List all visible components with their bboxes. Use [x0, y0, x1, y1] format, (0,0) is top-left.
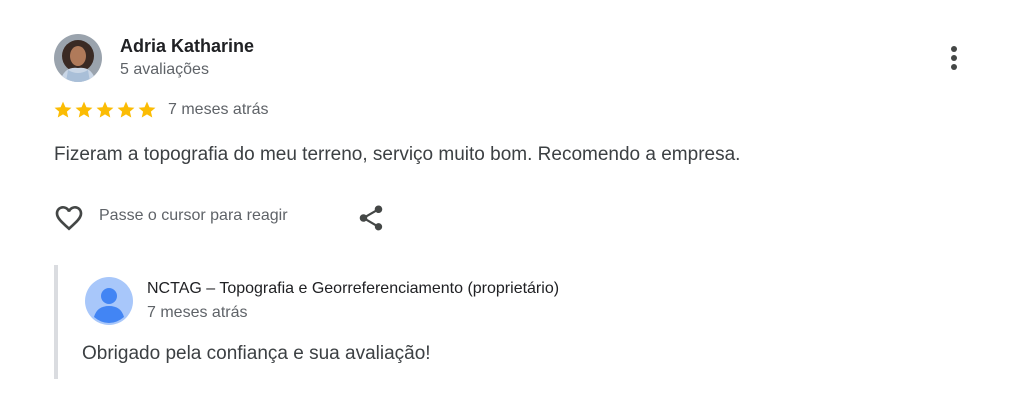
review-time: 7 meses atrás — [168, 101, 269, 118]
share-icon — [359, 205, 383, 231]
star-icon — [96, 101, 114, 118]
reply-time: 7 meses atrás — [147, 304, 248, 321]
react-hint-text: Passe o cursor para reagir — [99, 207, 288, 224]
owner-reply: NCTAG – Topografia e Georreferenciamento… — [54, 265, 758, 379]
owner-avatar — [85, 277, 133, 325]
more-options-button[interactable] — [940, 42, 968, 74]
owner-name: NCTAG – Topografia e Georreferenciamento… — [147, 280, 560, 297]
star-icon — [138, 101, 156, 118]
review-text: Fizeram a topografia do meu terreno, ser… — [54, 144, 741, 165]
star-icon — [75, 101, 93, 118]
person-icon — [85, 277, 133, 325]
author-avatar[interactable] — [54, 34, 102, 82]
star-rating — [53, 100, 157, 120]
like-button[interactable] — [52, 202, 86, 234]
reply-text: Obrigado pela confiança e sua avaliação! — [82, 343, 431, 364]
review-card: Adria Katharine 5 avaliações 7 meses atr… — [0, 0, 1009, 393]
more-vertical-icon — [951, 46, 957, 70]
author-name[interactable]: Adria Katharine — [120, 36, 254, 57]
star-icon — [117, 101, 135, 118]
heart-outline-icon — [55, 206, 83, 231]
author-review-count: 5 avaliações — [120, 61, 209, 78]
share-button[interactable] — [356, 203, 386, 233]
star-icon — [54, 101, 72, 118]
